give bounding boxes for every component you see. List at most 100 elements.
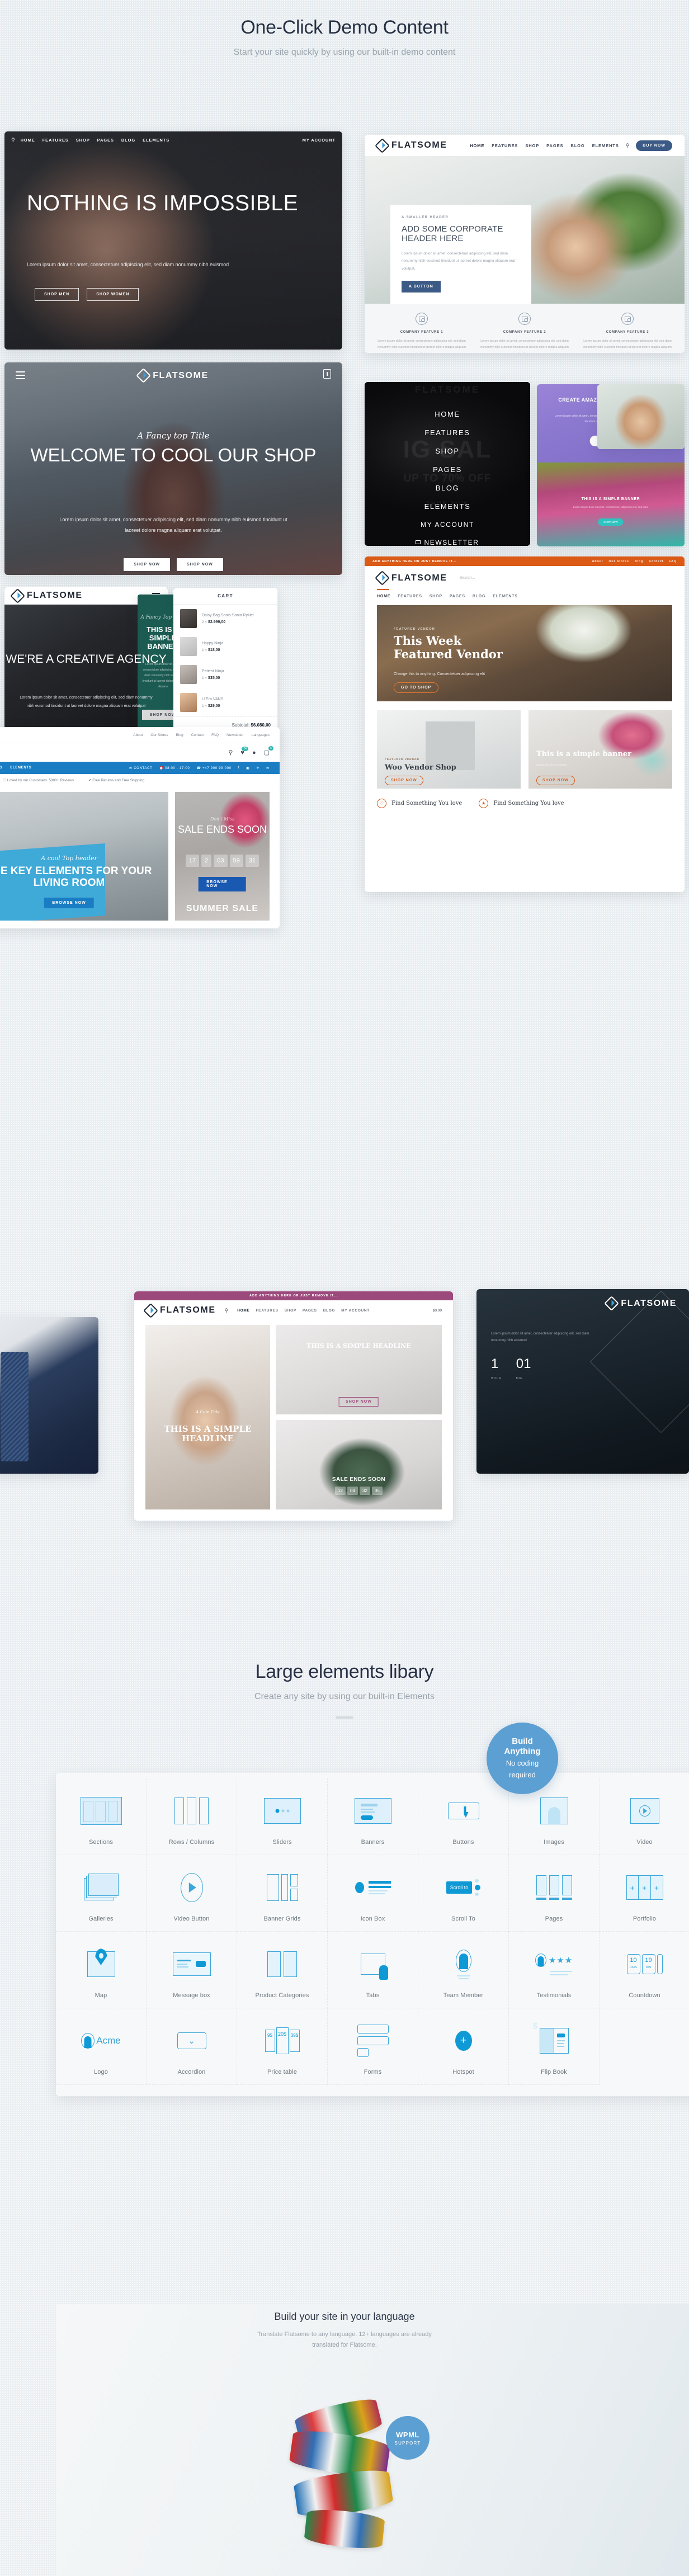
nav-item-shop[interactable]: SHOP (285, 1309, 296, 1313)
vendor-card-1-button[interactable]: SHOP NOW (385, 776, 423, 786)
search-icon[interactable]: ⚲ (225, 1308, 229, 1314)
go-to-shop-button[interactable]: GO TO SHOP (394, 682, 439, 693)
element-tile-map[interactable]: Map (56, 1932, 147, 2008)
nav-item-elements[interactable]: ELEMENTS (592, 143, 619, 148)
fitness-nav[interactable]: HOME FEATURES SHOP PAGES BLOG ELEMENTS (21, 138, 170, 143)
search-input[interactable]: Search... (0, 751, 220, 754)
nav-item-pages[interactable]: PAGES (303, 1309, 317, 1313)
menu-item-pages[interactable]: PAGES (365, 465, 530, 474)
fitness-account[interactable]: MY ACCOUNT (303, 138, 336, 143)
nav-item-home[interactable]: HOME (21, 138, 35, 143)
toplink-newsletter[interactable]: Newsletter (226, 733, 244, 737)
nav-item-my-account[interactable]: MY ACCOUNT (303, 138, 336, 143)
element-tile-video-button[interactable]: Video Button (147, 1855, 237, 1932)
vendor-nav[interactable]: HOME FEATURES SHOP PAGES BLOG ELEMENTS (365, 590, 685, 606)
kids-nav[interactable]: HOME FEATURES SHOP PAGES BLOG MY ACCOUNT (237, 1309, 370, 1313)
kids-card-3[interactable]: SALE ENDS SOON 12 04 32 35 (275, 1420, 442, 1509)
shop-men-button[interactable]: SHOP MEN (35, 288, 79, 301)
element-tile-video[interactable]: Video (600, 1778, 689, 1855)
element-tile-countdown[interactable]: 10 DAYS 19 MIN Countdown (600, 1932, 689, 2008)
element-tile-logo[interactable]: Acme Logo (56, 2008, 147, 2085)
sale-browse-button[interactable]: BROWSE NOW (199, 877, 246, 891)
kids-card-1[interactable]: A Cute Title THIS IS A SIMPLE HEADLINE (145, 1325, 270, 1509)
shop-now-button-1[interactable]: SHOP NOW (124, 558, 170, 571)
menu-item-shop[interactable]: SHOP (365, 447, 530, 455)
element-tile-banner-grids[interactable]: Banner Grids (237, 1855, 328, 1932)
menu-item-my-account[interactable]: MY ACCOUNT (365, 521, 530, 529)
element-tile-testimonials[interactable]: ★★★ Testimonials (509, 1932, 600, 2008)
nav-item-my-account[interactable]: MY ACCOUNT (341, 1309, 370, 1313)
vendor-card-1[interactable]: FEATURED VENDOR Woo Vendor Shop SHOP NOW (377, 710, 521, 789)
element-tile-portfolio[interactable]: + + + Portfolio (600, 1855, 689, 1932)
cart-bag-icon[interactable] (323, 369, 331, 379)
demo-card-fitness[interactable]: ⚲ HOME FEATURES SHOP PAGES BLOG ELEMENTS… (4, 131, 342, 350)
toplink-blog[interactable]: Blog (176, 733, 183, 737)
nav-item-features[interactable]: FEATURES (398, 595, 422, 598)
flatsome-logo[interactable]: FLATSOME (10, 588, 83, 603)
toplink-languages[interactable]: Languages (252, 733, 270, 737)
phone-label[interactable]: ☎ +47 900 99 000 (197, 766, 232, 770)
nav-item-features[interactable]: FEATURES (492, 143, 518, 148)
email-icon[interactable]: ✉ (266, 766, 270, 770)
element-tile-tabs[interactable]: Tabs (328, 1932, 418, 2008)
nav-item-shop[interactable]: SHOP (76, 138, 90, 143)
menu-list[interactable]: HOME FEATURES SHOP PAGES BLOG ELEMENTS M… (365, 400, 530, 546)
menu-item-blog[interactable]: BLOG (365, 484, 530, 492)
nav-item-elements[interactable]: ELEMENTS (143, 138, 169, 143)
nav-item-blog[interactable]: BLOG (323, 1309, 336, 1313)
element-tile-message-box[interactable]: Message box (147, 1932, 237, 2008)
search-icon[interactable]: ⚲ (11, 137, 15, 143)
kids-card-2-button[interactable]: SHOP NOW (339, 1397, 379, 1407)
element-tile-accordion[interactable]: ⌄ Accordion (147, 2008, 237, 2085)
nav-item-shop[interactable]: SHOP (525, 143, 539, 148)
element-tile-scroll-to[interactable]: Scroll to Scroll To (418, 1855, 509, 1932)
kids-card-2[interactable]: THIS IS A SIMPLE HEADLINE SHOP NOW (275, 1325, 442, 1414)
nav-item-features[interactable]: FEATURES (256, 1309, 279, 1313)
buy-now-button[interactable]: BUY NOW (636, 140, 672, 151)
shop-women-button[interactable]: SHOP WOMEN (87, 288, 139, 301)
element-tile-sliders[interactable]: Sliders (237, 1778, 328, 1855)
element-tile-rows-columns[interactable]: Rows / Columns (147, 1778, 237, 1855)
element-tile-buttons[interactable]: Buttons (418, 1778, 509, 1855)
vendor-card-2-button[interactable]: SHOP NOW (536, 776, 575, 786)
cart-row[interactable]: Daisy Bag Sonia Sonia Rykiel 2 × $2.999,… (173, 605, 277, 633)
browse-now-button[interactable]: BROWSE NOW (44, 898, 94, 908)
instagram-icon[interactable]: ▣ (246, 766, 249, 770)
nav-item-home[interactable]: HOME (377, 595, 390, 598)
search-icon[interactable]: ⚲ (626, 143, 630, 149)
nav-item-home[interactable]: HOME (237, 1309, 249, 1313)
vendor-card-2[interactable]: This is a simple banner Change this one … (528, 710, 672, 789)
menu-item-newsletter[interactable]: NEWSLETTER (365, 539, 530, 546)
element-tile-hotspot[interactable]: + Hotspot (418, 2008, 509, 2085)
toplink-contact[interactable]: Contact (649, 560, 663, 563)
demo-card-ocean[interactable]: FLATSOME Lorem ipsum dolor sit amet, con… (476, 1289, 689, 1474)
cart-row[interactable]: Patient Ninja 1 × $35,00 (173, 660, 277, 688)
contact-link[interactable]: ✉ CONTACT (129, 766, 153, 770)
demo-card-portrait[interactable] (597, 384, 685, 449)
element-tile-forms[interactable]: Forms (328, 2008, 418, 2085)
nav-item-pages[interactable]: PAGES (450, 595, 465, 598)
element-tile-icon-box[interactable]: Icon Box (328, 1855, 418, 1932)
toplink-blog[interactable]: Blog (635, 560, 643, 563)
search-icon[interactable]: ⚲ (228, 749, 233, 756)
find-item-1[interactable]: ♡ Find Something You love (377, 799, 462, 809)
nav-item-pages[interactable]: PAGES (546, 143, 563, 148)
nav-item-blog[interactable]: BLOG (0, 766, 2, 770)
cart-row[interactable]: U Era VANS 1 × $29,00 (173, 688, 277, 716)
flatsome-logo[interactable]: FLATSOME (136, 368, 209, 383)
toplink-about[interactable]: About (133, 733, 143, 737)
element-tile-sections[interactable]: Sections (56, 1778, 147, 1855)
parallax-banner-button[interactable]: SHOP NOW (598, 518, 624, 526)
demo-card-vendor[interactable]: ADD ANYTHING HERE OR JUST REMOVE IT... A… (365, 556, 685, 892)
demo-card-living-room[interactable]: About Our Stores Blog Contact FAQ Newsle… (0, 727, 280, 928)
kids-cart-total[interactable]: $0.00 (433, 1309, 442, 1313)
element-tile-pages[interactable]: Pages (509, 1855, 600, 1932)
element-tile-price-table[interactable]: 9$ 20$ 39$ Price table (237, 2008, 328, 2085)
toplink-our-stores[interactable]: Our Stores (608, 560, 629, 563)
flatsome-logo[interactable]: FLATSOME (143, 1303, 216, 1318)
twitter-icon[interactable]: ✈ (257, 766, 260, 770)
vendor-toplinks[interactable]: About Our Stores Blog Contact FAQ (592, 560, 677, 563)
living-sale-card[interactable]: Don't Miss SALE ENDS SOON 17 2 03 59 31 … (174, 792, 270, 921)
menu-item-home[interactable]: HOME (365, 410, 530, 418)
nav-item-home[interactable]: HOME (470, 143, 484, 148)
